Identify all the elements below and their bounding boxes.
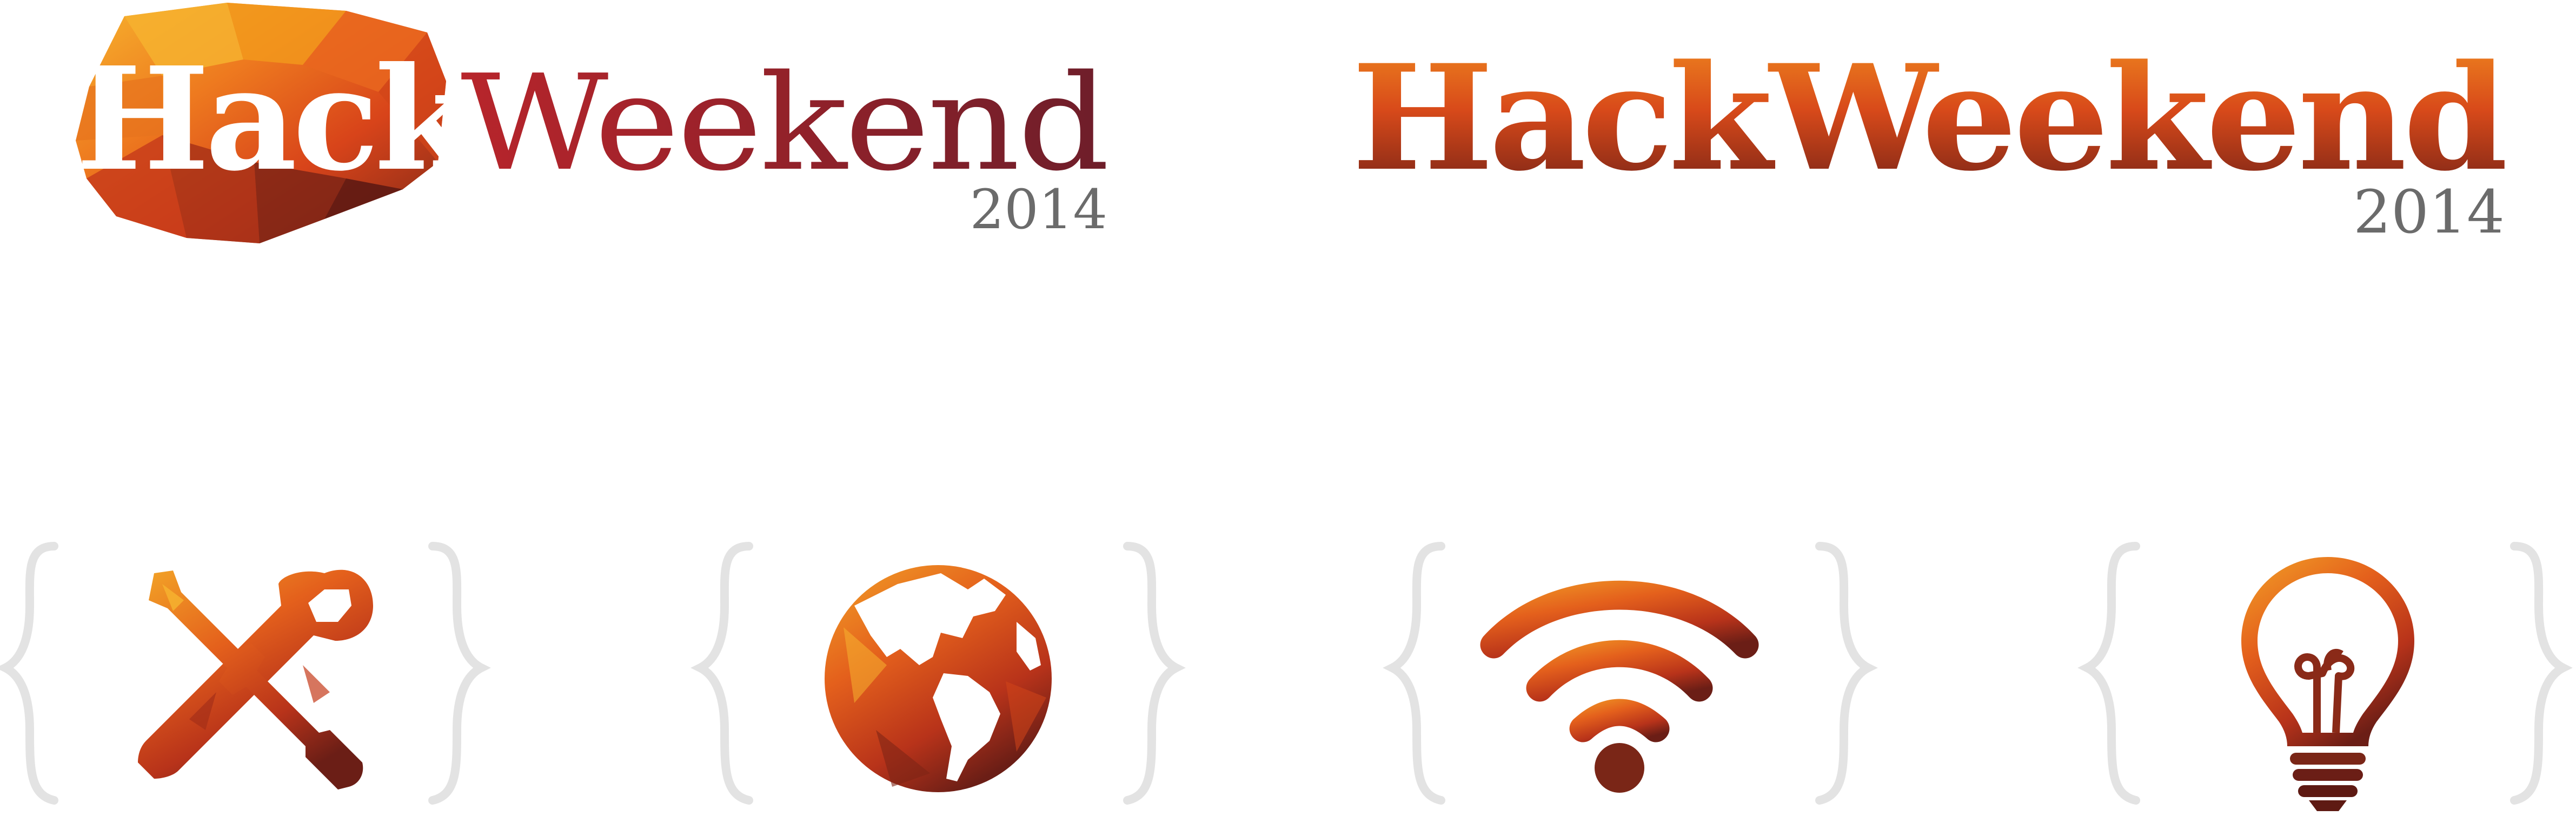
- brace-open-2: [691, 542, 753, 805]
- tools-wrench-screwdriver-icon: [138, 569, 373, 790]
- logo-primary-weekend: Weekend: [461, 47, 1107, 200]
- brace-close-2: [1123, 542, 1186, 805]
- logo-primary-year: 2014: [970, 178, 1108, 241]
- logo-primary: Hack Weekend 2014: [76, 3, 1110, 243]
- brace-close-4: [2510, 542, 2573, 805]
- logo-secondary-year: 2014: [2353, 177, 2505, 247]
- logo-secondary: Hack Weekend 2014: [1352, 33, 2509, 247]
- brace-close-3: [1815, 542, 1878, 805]
- logo-primary-hack: Hack: [76, 36, 476, 202]
- brace-open-1: [0, 542, 58, 805]
- globe-americas-icon: [825, 565, 1052, 792]
- logo-secondary-hack: Hack: [1352, 33, 1776, 203]
- brand-sheet: Hack Weekend 2014 Hack Weekend 2014: [0, 3, 2573, 811]
- brace-open-4: [2077, 542, 2140, 805]
- brace-close-1: [428, 542, 491, 805]
- brace-open-3: [1383, 542, 1445, 805]
- wifi-signal-icon: [1480, 580, 1759, 793]
- lightbulb-icon: [2241, 557, 2414, 811]
- icon-row: [0, 542, 2573, 805]
